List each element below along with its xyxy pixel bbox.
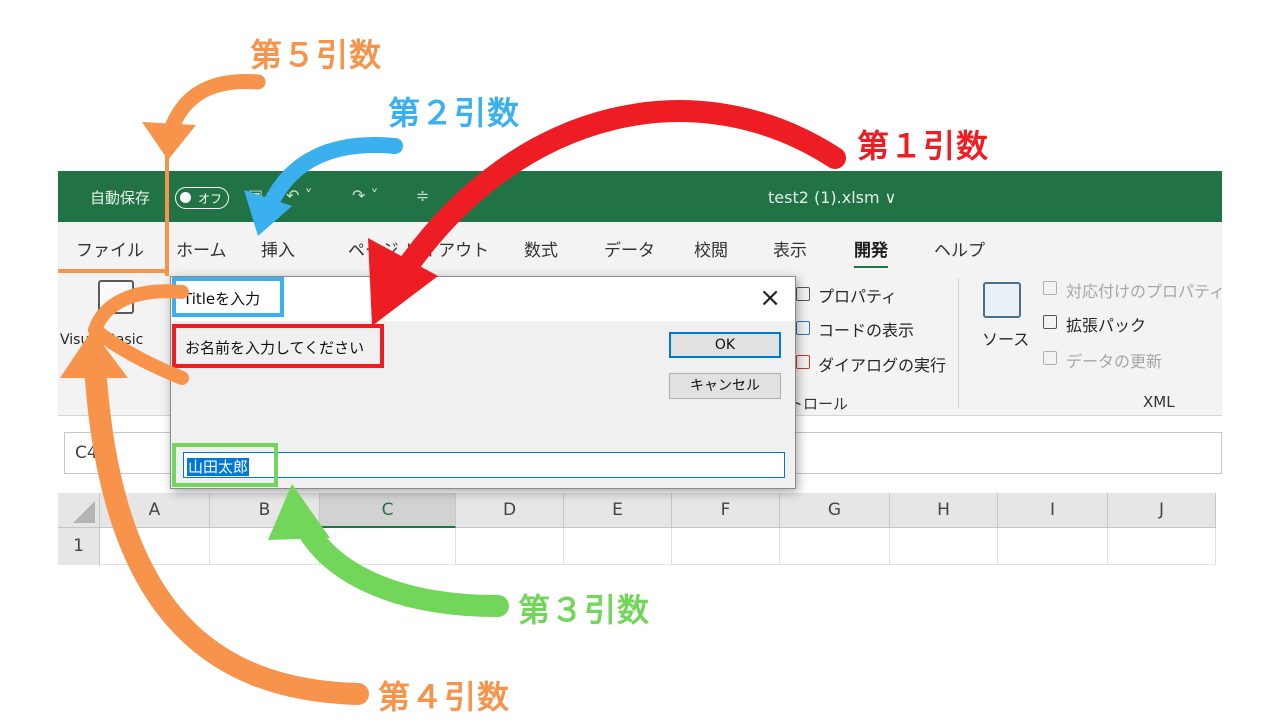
autosave-toggle[interactable]: オフ [175,187,229,209]
cell-a1[interactable] [100,528,210,565]
cell-e1[interactable] [564,528,672,565]
cell-f1[interactable] [672,528,780,565]
close-icon[interactable]: × [759,283,781,313]
tab-review[interactable]: 校閲 [694,236,728,261]
column-header-b[interactable]: B [210,493,320,528]
refresh-data-button[interactable]: データの更新 [1066,348,1162,372]
run-dialog-icon [796,355,810,369]
customize-qat-icon[interactable]: ≑ [416,186,429,205]
column-header-c[interactable]: C [320,493,456,528]
column-header-e[interactable]: E [564,493,672,528]
refresh-data-icon [1043,351,1057,365]
column-header-f[interactable]: F [672,493,780,528]
ok-button[interactable]: OK [669,332,781,358]
xml-source-button[interactable]: ソース [982,326,1029,350]
worksheet-grid: A B C D E F G H I J 1 [58,493,1222,565]
tab-data[interactable]: データ [604,236,655,261]
toggle-knob [180,192,191,203]
arg2-highlight-box [172,277,284,317]
cell-d1[interactable] [456,528,564,565]
arg5-arrow [160,74,266,148]
cell-c1[interactable] [320,528,456,565]
tab-page-layout[interactable]: ページ レイアウト [348,236,489,261]
cell-h1[interactable] [890,528,998,565]
tab-developer[interactable]: 開発 [854,236,888,269]
tab-help[interactable]: ヘルプ [934,236,985,261]
autosave-state: オフ [198,192,223,206]
redo-icon[interactable]: ↷ ˅ [352,186,379,205]
properties-icon [796,287,810,301]
map-properties-button[interactable]: 対応付けのプロパティ [1066,278,1222,302]
cell-b1[interactable] [210,528,320,565]
column-header-h[interactable]: H [890,493,998,528]
cell-j1[interactable] [1108,528,1216,565]
xml-group-label: XML [1143,393,1175,411]
column-header-g[interactable]: G [780,493,890,528]
tab-formulas[interactable]: 数式 [524,236,558,261]
view-code-icon [796,321,810,335]
title-bar: 自動保存 オフ ▣ ↶ ˅ ↷ ˅ ≑ test2 (1).xlsm ∨ [58,171,1222,222]
tab-insert[interactable]: 挿入 [261,236,295,261]
column-header-d[interactable]: D [456,493,564,528]
run-dialog-button[interactable]: ダイアログの実行 [818,352,946,376]
tab-home[interactable]: ホーム [176,236,227,261]
expansion-packs-button[interactable]: 拡張パック [1066,312,1146,336]
select-all-corner[interactable] [58,493,100,528]
tab-file[interactable]: ファイル [76,236,144,261]
visual-basic-label[interactable]: Visual Basic [60,332,143,348]
cell-i1[interactable] [998,528,1108,565]
visual-basic-icon[interactable] [98,280,134,314]
autosave-label: 自動保存 [90,189,151,207]
file-name[interactable]: test2 (1).xlsm ∨ [768,188,896,207]
arg4-label: 第４引数 [378,678,511,716]
arg2-label: 第２引数 [388,94,521,132]
expansion-packs-icon [1043,315,1057,329]
column-header-a[interactable]: A [100,493,210,528]
arg5-label: 第５引数 [250,36,383,74]
arg3-highlight-box [172,443,278,487]
properties-button[interactable]: プロパティ [818,283,897,307]
column-header-j[interactable]: J [1108,493,1216,528]
cancel-button[interactable]: キャンセル [669,373,781,399]
arg5-arrowhead [142,122,196,160]
save-icon[interactable]: ▣ [248,186,263,205]
arg1-label: 第１引数 [857,127,990,165]
xml-source-icon[interactable] [983,282,1021,318]
undo-icon[interactable]: ↶ ˅ [286,186,313,205]
arg3-label: 第３引数 [518,591,651,629]
column-header-i[interactable]: I [998,493,1108,528]
arg1-highlight-box [172,324,384,368]
row-header-1[interactable]: 1 [58,528,100,565]
group-separator [958,278,959,408]
cell-g1[interactable] [780,528,890,565]
view-code-button[interactable]: コードの表示 [818,317,914,341]
ribbon-tabs: ファイル ホーム 挿入 ページ レイアウト 数式 データ 校閲 表示 開発 ヘル… [58,222,1222,269]
tab-view[interactable]: 表示 [773,236,807,261]
map-properties-icon [1043,281,1057,295]
